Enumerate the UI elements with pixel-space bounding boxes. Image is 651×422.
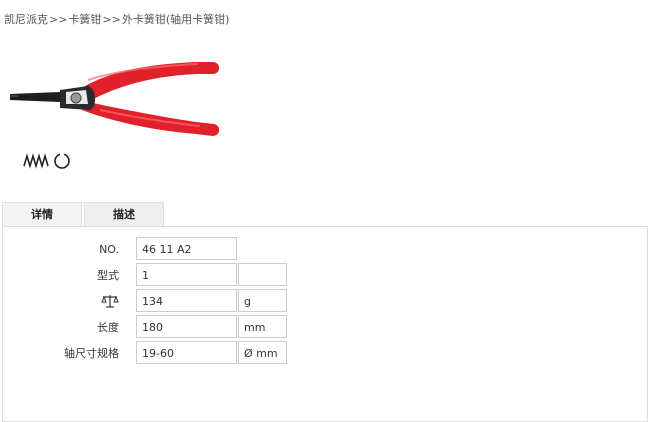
tab-details[interactable]: 详情	[2, 202, 82, 226]
weight-scale-icon	[101, 295, 119, 308]
spec-value: 46 11 A2	[136, 237, 237, 260]
spec-label: 轴尺寸规格	[64, 347, 119, 360]
spec-row-shaft-size: 轴尺寸规格 19-60 Ø mm	[3, 341, 649, 366]
spec-unit: Ø mm	[238, 341, 287, 364]
spec-value: 1	[136, 263, 237, 286]
spec-row-type: 型式 1	[3, 263, 649, 288]
spec-row-length: 长度 180 mm	[3, 315, 649, 340]
tab-description[interactable]: 描述	[84, 202, 164, 226]
spec-label: 型式	[97, 269, 119, 282]
breadcrumb-separator: >>	[49, 13, 68, 26]
spec-label-weight	[33, 289, 119, 314]
breadcrumb-item-subcategory[interactable]: 外卡簧钳(轴用卡簧钳)	[122, 13, 230, 26]
spring-circlip-symbol-icon	[23, 152, 70, 169]
circlip-pliers-icon	[10, 62, 220, 136]
spec-unit: g	[238, 289, 287, 312]
spec-label: NO.	[99, 243, 119, 256]
breadcrumb-item-brand[interactable]: 凯尼派克	[4, 13, 48, 26]
breadcrumb: 凯尼派克>>卡簧钳>>外卡簧钳(轴用卡簧钳)	[4, 11, 229, 27]
spec-value: 180	[136, 315, 237, 338]
spec-unit	[238, 263, 287, 286]
breadcrumb-separator: >>	[102, 13, 121, 26]
breadcrumb-item-category[interactable]: 卡簧钳	[68, 13, 101, 26]
spec-row-number: NO. 46 11 A2	[3, 237, 649, 262]
spec-value: 19-60	[136, 341, 237, 364]
spec-panel: NO. 46 11 A2 型式 1 134 g 长度 180 mm 轴尺寸规格 …	[2, 226, 648, 422]
spec-row-weight: 134 g	[3, 289, 649, 314]
spec-value: 134	[136, 289, 237, 312]
tab-bar: 详情 描述	[2, 202, 166, 226]
spec-unit: mm	[238, 315, 287, 338]
spec-label: 长度	[97, 321, 119, 334]
